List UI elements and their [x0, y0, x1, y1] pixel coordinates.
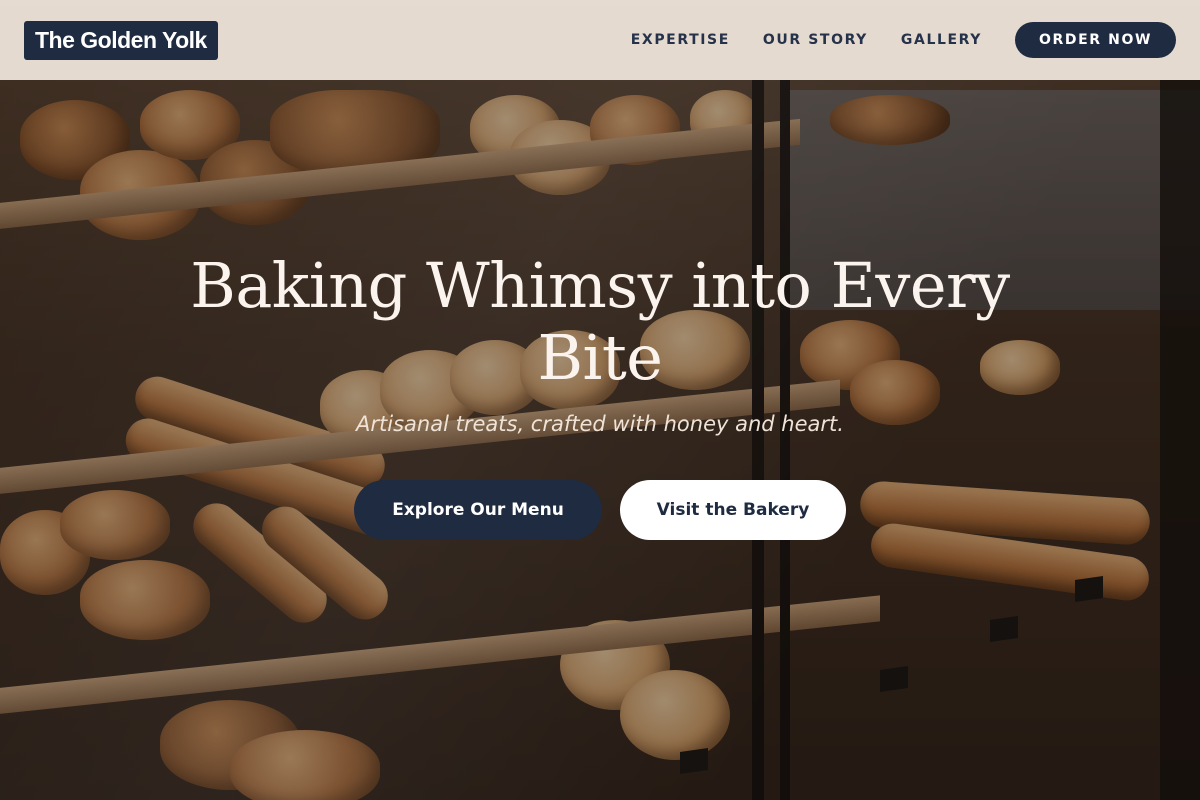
hero-cta-group: Explore Our Menu Visit the Bakery	[0, 480, 1200, 540]
nav-link-expertise[interactable]: EXPERTISE	[631, 32, 730, 48]
hero-title: Baking Whimsy into Every Bite	[190, 249, 1010, 394]
nav-link-gallery[interactable]: GALLERY	[901, 32, 982, 48]
hero-section: Baking Whimsy into Every Bite Artisanal …	[0, 250, 1200, 540]
hero-subtitle: Artisanal treats, crafted with honey and…	[356, 412, 844, 436]
main-nav: EXPERTISE OUR STORY GALLERY ORDER NOW	[631, 22, 1176, 58]
nav-link-our-story[interactable]: OUR STORY	[763, 32, 868, 48]
visit-bakery-button[interactable]: Visit the Bakery	[620, 480, 846, 540]
brand-logo[interactable]: The Golden Yolk	[24, 20, 218, 60]
order-now-button[interactable]: ORDER NOW	[1015, 22, 1176, 58]
explore-menu-button[interactable]: Explore Our Menu	[354, 480, 602, 540]
site-header: The Golden Yolk EXPERTISE OUR STORY GALL…	[0, 0, 1200, 80]
